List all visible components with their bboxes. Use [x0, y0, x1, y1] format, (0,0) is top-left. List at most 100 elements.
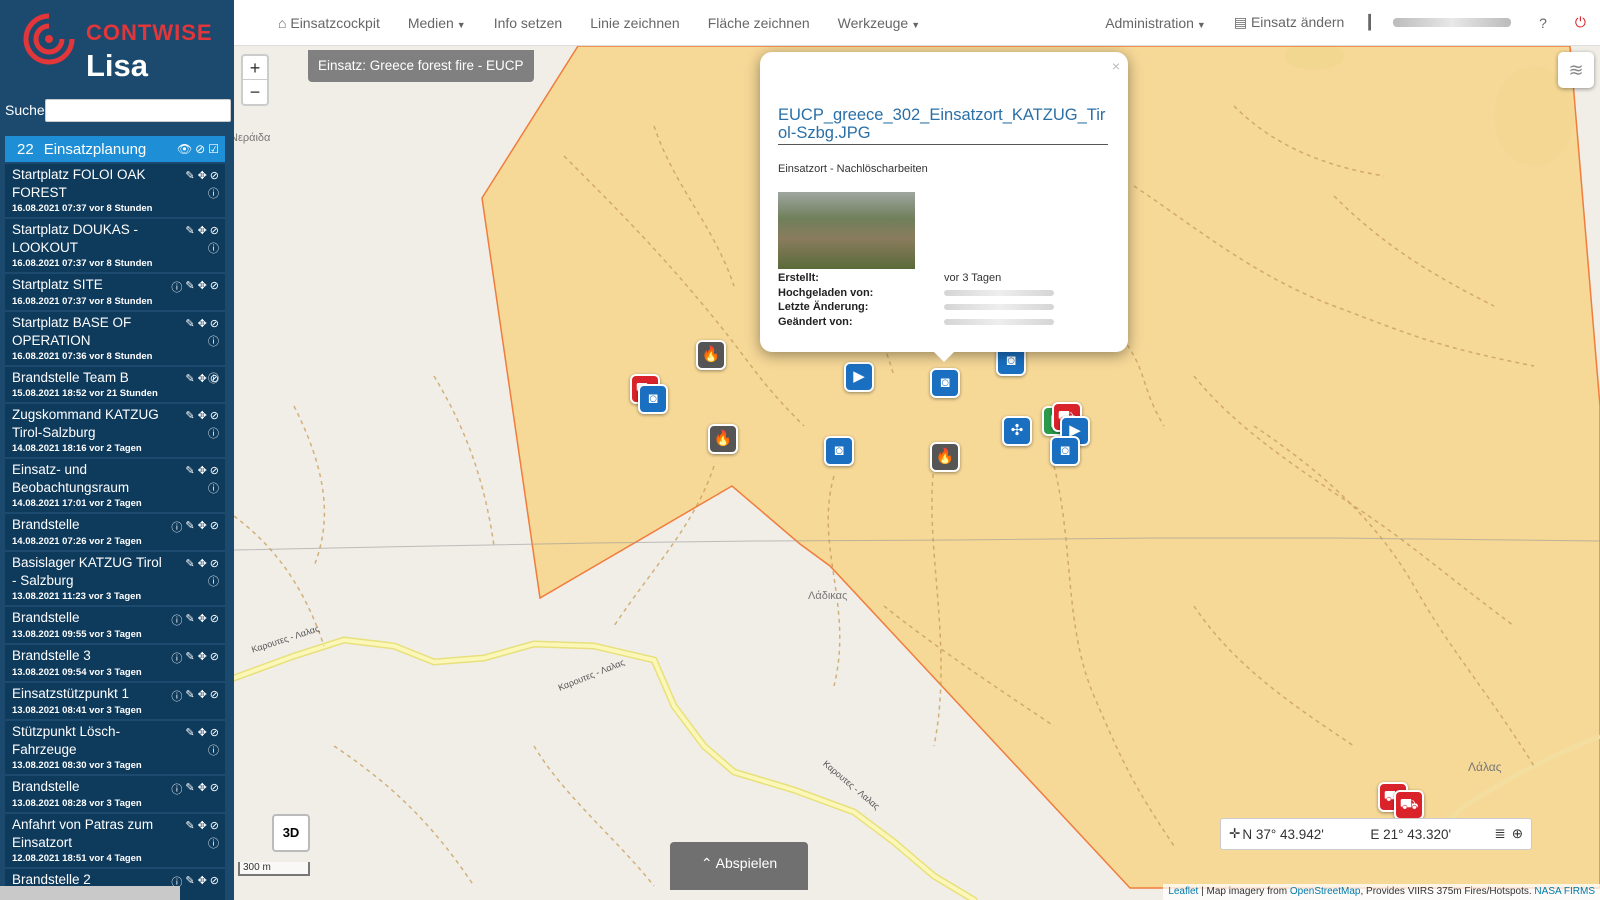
info-icon[interactable]: ⓘ: [171, 612, 182, 628]
info-icon[interactable]: ⓘ: [208, 480, 219, 496]
list-icon[interactable]: ≣: [1494, 826, 1505, 842]
leaflet-link[interactable]: Leaflet: [1168, 886, 1198, 897]
info-icon[interactable]: ⓘ: [171, 781, 182, 797]
eye-slash-icon[interactable]: ⊘: [210, 874, 219, 890]
layer-list-item[interactable]: Startplatz FOLOI OAK FOREST ✎ ✥ ⊘ ⓘ 16.08.202…: [5, 164, 225, 217]
playback-button[interactable]: ⌃ Abspielen: [670, 842, 808, 890]
move-icon[interactable]: ✥: [198, 557, 207, 590]
info-icon[interactable]: ⓘ: [208, 240, 219, 256]
layer-list-item[interactable]: Startplatz BASE OF OPERATION ✎ ✥ ⊘ ⓘ 16.08.20…: [5, 312, 225, 365]
move-icon[interactable]: ✥: [198, 224, 207, 257]
move-icon[interactable]: ✥: [198, 519, 207, 535]
move-icon[interactable]: ✥: [198, 688, 207, 704]
pencil-icon[interactable]: ✎: [185, 409, 194, 442]
layer-list-item[interactable]: Stützpunkt Lösch-Fahrzeuge ✎ ✥ ⊘ ⓘ 13.08.2021…: [5, 721, 225, 774]
info-icon[interactable]: ⓘ: [171, 519, 182, 535]
pencil-icon[interactable]: ✎: [185, 688, 194, 704]
eye-slash-icon[interactable]: ⊘: [210, 612, 219, 628]
layer-list-item[interactable]: Brandstelle 3 ⓘ ✎ ✥ ⊘ 13.08.2021 09:54 vor 3 …: [5, 645, 225, 681]
eye-slash-icon[interactable]: ⊘: [210, 781, 219, 797]
eye-icon[interactable]: 👁: [177, 142, 192, 156]
popup-thumbnail-image[interactable]: [778, 192, 915, 269]
user-name-redacted[interactable]: [1393, 18, 1512, 27]
drone-marker-icon[interactable]: ✣: [1002, 416, 1032, 446]
info-icon[interactable]: ⓘ: [208, 573, 219, 589]
nav-werkzeuge[interactable]: Werkzeuge ▼: [824, 15, 934, 31]
nav-flaeche-zeichnen[interactable]: Fläche zeichnen: [694, 15, 824, 31]
pencil-icon[interactable]: ✎: [185, 519, 194, 535]
layer-list-item[interactable]: Anfahrt von Patras zum Einsatzort ✎ ✥ ⊘ ⓘ 12.…: [5, 814, 225, 867]
zoom-out-button[interactable]: −: [243, 80, 267, 104]
eye-slash-icon[interactable]: ⊘: [210, 688, 219, 704]
nav-einsatzcockpit[interactable]: ⌂ Einsatzcockpit: [264, 15, 394, 31]
power-icon[interactable]: ⏻: [1561, 14, 1600, 31]
move-icon[interactable]: ✥: [198, 874, 207, 890]
checkbox-icon[interactable]: ☑: [208, 142, 219, 156]
eye-slash-icon[interactable]: ⊘: [210, 279, 219, 295]
vehicle-marker-icon[interactable]: ⛟: [1394, 790, 1424, 820]
pencil-icon[interactable]: ✎: [185, 650, 194, 666]
nav-einsatz-aendern[interactable]: ▤ Einsatz ändern: [1220, 14, 1359, 31]
pencil-icon[interactable]: ✎: [185, 169, 194, 202]
layer-list-item[interactable]: Zugskommand KATZUG Tirol-Salzburg ✎ ✥ ⊘ ⓘ 14.…: [5, 404, 225, 457]
fire-marker-icon[interactable]: 🔥: [696, 340, 726, 370]
pencil-icon[interactable]: ✎: [185, 874, 194, 890]
move-icon[interactable]: ✥: [198, 781, 207, 797]
info-icon[interactable]: ⓘ: [171, 279, 182, 295]
pencil-icon[interactable]: ✎: [185, 557, 194, 590]
pencil-icon[interactable]: ✎: [185, 317, 194, 350]
move-icon[interactable]: ✥: [198, 279, 207, 295]
compass-icon[interactable]: ⊕: [1512, 826, 1523, 842]
help-icon[interactable]: ?: [1525, 15, 1561, 31]
layer-list-item[interactable]: Startplatz SITE ⓘ ✎ ✥ ⊘ 16.08.2021 07:37 vor …: [5, 274, 225, 310]
horizontal-scrollbar[interactable]: [0, 886, 180, 900]
layer-list-item[interactable]: Basislager KATZUG Tirol - Salzburg ✎ ✥ ⊘ ⓘ 13…: [5, 552, 225, 605]
map-canvas[interactable]: Νεράιδα Λάδικας Λάλας Καρουτες - Λαλας Κ…: [234, 46, 1600, 900]
nav-info-setzen[interactable]: Info setzen: [480, 15, 577, 31]
pencil-icon[interactable]: ✎: [185, 372, 194, 387]
zoom-in-button[interactable]: +: [243, 56, 267, 80]
move-icon[interactable]: ✥: [198, 372, 207, 387]
fire-marker-icon[interactable]: 🔥: [930, 442, 960, 472]
info-icon[interactable]: ⓘ: [171, 688, 182, 704]
group-header-einsatzplanung[interactable]: 22 Einsatzplanung 👁 ⊘ ☑: [5, 136, 225, 162]
video-camera-marker-icon[interactable]: ▶: [844, 362, 874, 392]
info-icon[interactable]: ⓘ: [208, 835, 219, 851]
nav-medien[interactable]: Medien ▼: [394, 15, 480, 31]
pencil-icon[interactable]: ✎: [185, 726, 194, 759]
info-icon[interactable]: ⓘ: [208, 370, 219, 386]
info-icon[interactable]: ⓘ: [208, 333, 219, 349]
osm-link[interactable]: OpenStreetMap: [1290, 886, 1361, 897]
pencil-icon[interactable]: ✎: [185, 224, 194, 257]
move-icon[interactable]: ✥: [198, 464, 207, 497]
move-icon[interactable]: ✥: [198, 409, 207, 442]
layer-list-item[interactable]: Einsatzstützpunkt 1 ⓘ ✎ ✥ ⊘ 13.08.2021 08:41 …: [5, 683, 225, 719]
3d-view-button[interactable]: 3D: [272, 814, 310, 852]
layer-list-item[interactable]: Einsatz- und Beobachtungsraum ✎ ✥ ⊘ ⓘ 14.08.2…: [5, 459, 225, 512]
layer-list-item[interactable]: Brandstelle Team B ✎ ✥ ⊘ ⓘ 15.08.2021 18:52 v…: [5, 367, 225, 402]
move-icon[interactable]: ✥: [198, 169, 207, 202]
eye-slash-icon[interactable]: ⊘: [210, 650, 219, 666]
move-icon[interactable]: ✥: [198, 819, 207, 852]
camera-marker-icon[interactable]: ◙: [1050, 436, 1080, 466]
popup-title-link[interactable]: EUCP_greece_302_Einsatzort_KATZUG_Tirol-…: [778, 106, 1108, 145]
pencil-icon[interactable]: ✎: [185, 819, 194, 852]
pencil-icon[interactable]: ✎: [185, 464, 194, 497]
move-icon[interactable]: ✥: [198, 612, 207, 628]
layer-list-item[interactable]: Brandstelle ⓘ ✎ ✥ ⊘ 13.08.2021 08:28 vor 3 Ta…: [5, 776, 225, 812]
eye-slash-icon[interactable]: ⊘: [195, 142, 205, 156]
info-icon[interactable]: ⓘ: [208, 742, 219, 758]
fire-marker-icon[interactable]: 🔥: [708, 424, 738, 454]
search-input[interactable]: [44, 98, 231, 122]
eye-slash-icon[interactable]: ⊘: [210, 519, 219, 535]
layer-list-item[interactable]: Startplatz DOUKAS - LOOKOUT ✎ ✥ ⊘ ⓘ 16.08.202…: [5, 219, 225, 272]
layer-list-item[interactable]: Brandstelle ⓘ ✎ ✥ ⊘ 14.08.2021 07:26 vor 2 Ta…: [5, 514, 225, 550]
info-icon[interactable]: ⓘ: [171, 650, 182, 666]
camera-marker-icon[interactable]: ◙: [930, 368, 960, 398]
nasa-firms-link[interactable]: NASA FIRMS: [1534, 886, 1595, 897]
camera-marker-icon[interactable]: ◙: [638, 384, 668, 414]
info-icon[interactable]: ⓘ: [208, 185, 219, 201]
move-icon[interactable]: ✥: [198, 650, 207, 666]
popup-close-button[interactable]: ×: [1112, 58, 1120, 74]
layer-list-item[interactable]: Brandstelle ⓘ ✎ ✥ ⊘ 13.08.2021 09:55 vor 3 Ta…: [5, 607, 225, 643]
